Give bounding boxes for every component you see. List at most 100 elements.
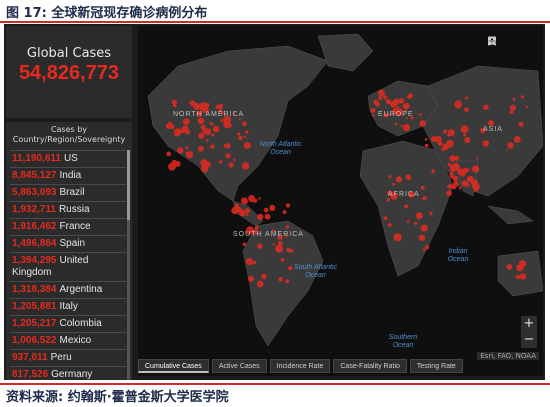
case-bubble[interactable] bbox=[237, 132, 241, 136]
case-bubble[interactable] bbox=[419, 113, 422, 116]
case-bubble[interactable] bbox=[174, 160, 181, 167]
case-bubble[interactable] bbox=[257, 243, 263, 249]
case-bubble[interactable] bbox=[177, 147, 184, 154]
case-bubble[interactable] bbox=[215, 104, 221, 110]
case-bubble[interactable] bbox=[202, 130, 206, 134]
country-row[interactable]: 1,496,864 Spain bbox=[10, 235, 126, 252]
case-bubble[interactable] bbox=[186, 151, 194, 159]
case-bubble[interactable] bbox=[406, 220, 410, 224]
case-bubble[interactable] bbox=[383, 216, 388, 221]
country-row[interactable]: 1,916,462 France bbox=[10, 218, 126, 235]
case-bubble[interactable] bbox=[189, 100, 196, 106]
case-bubble[interactable] bbox=[242, 121, 247, 126]
case-bubble[interactable] bbox=[393, 233, 402, 242]
case-bubble[interactable] bbox=[466, 182, 469, 185]
tab-case-fatality-ratio[interactable]: Case-Fatality Ratio bbox=[333, 359, 407, 373]
tab-testing-rate[interactable]: Testing Rate bbox=[409, 359, 463, 373]
world-map[interactable]: NORTH AMERICA SOUTH AMERICA EUROPE AFRIC… bbox=[138, 26, 543, 376]
case-bubble[interactable] bbox=[414, 221, 418, 225]
scrollbar-thumb[interactable] bbox=[127, 150, 130, 220]
country-list-scrollbar[interactable] bbox=[127, 150, 130, 380]
case-bubble[interactable] bbox=[460, 125, 469, 134]
case-bubble[interactable] bbox=[510, 104, 516, 111]
case-bubble[interactable] bbox=[404, 204, 409, 209]
case-bubble[interactable] bbox=[454, 100, 463, 109]
case-bubble[interactable] bbox=[234, 203, 239, 208]
case-bubble[interactable] bbox=[395, 176, 403, 183]
case-bubble[interactable] bbox=[506, 148, 509, 151]
case-bubble[interactable] bbox=[201, 165, 209, 173]
case-bubble[interactable] bbox=[200, 159, 207, 166]
case-bubble[interactable] bbox=[475, 157, 479, 160]
case-bubble[interactable] bbox=[405, 174, 409, 178]
case-bubble[interactable] bbox=[251, 199, 254, 203]
case-bubble[interactable] bbox=[515, 274, 521, 280]
case-bubble[interactable] bbox=[418, 234, 426, 241]
case-bubble[interactable] bbox=[458, 187, 462, 190]
case-bubble[interactable] bbox=[388, 175, 392, 179]
case-bubble[interactable] bbox=[220, 119, 224, 123]
country-row[interactable]: 1,318,384 Argentina bbox=[10, 281, 126, 298]
case-bubble[interactable] bbox=[370, 108, 376, 113]
case-bubble[interactable] bbox=[518, 121, 524, 127]
case-bubble[interactable] bbox=[174, 132, 179, 137]
case-bubble[interactable] bbox=[408, 93, 414, 98]
case-bubble[interactable] bbox=[245, 145, 249, 149]
case-bubble[interactable] bbox=[512, 97, 516, 101]
case-bubble[interactable] bbox=[232, 209, 235, 212]
case-bubble[interactable] bbox=[520, 95, 524, 99]
case-bubble[interactable] bbox=[424, 143, 429, 148]
case-bubble[interactable] bbox=[462, 167, 469, 174]
case-bubble[interactable] bbox=[285, 203, 291, 208]
case-bubble[interactable] bbox=[446, 190, 452, 197]
case-bubble[interactable] bbox=[483, 104, 489, 111]
country-row[interactable]: 8,845,127 India bbox=[10, 167, 126, 184]
case-bubble[interactable] bbox=[166, 151, 172, 157]
case-bubble[interactable] bbox=[398, 98, 405, 104]
case-bubble[interactable] bbox=[169, 124, 175, 130]
case-bubble[interactable] bbox=[244, 208, 250, 214]
case-bubble[interactable] bbox=[417, 217, 420, 220]
case-bubble[interactable] bbox=[452, 181, 459, 187]
case-bubble[interactable] bbox=[466, 175, 474, 183]
case-bubble[interactable] bbox=[211, 133, 215, 137]
case-bubble[interactable] bbox=[245, 213, 249, 217]
case-bubble[interactable] bbox=[392, 98, 400, 106]
case-bubble[interactable] bbox=[241, 162, 250, 170]
case-bubble[interactable] bbox=[387, 223, 392, 227]
case-bubble[interactable] bbox=[277, 240, 283, 247]
case-bubble[interactable] bbox=[392, 182, 395, 186]
case-bubble[interactable] bbox=[509, 110, 514, 114]
case-bubble[interactable] bbox=[519, 260, 527, 268]
tab-active-cases[interactable]: Active Cases bbox=[211, 359, 267, 373]
case-bubble[interactable] bbox=[197, 117, 205, 125]
tab-cumulative-cases[interactable]: Cumulative Cases bbox=[138, 359, 209, 373]
case-bubble[interactable] bbox=[257, 213, 264, 221]
case-bubble[interactable] bbox=[182, 125, 189, 132]
case-bubble[interactable] bbox=[506, 264, 513, 270]
case-bubble[interactable] bbox=[212, 125, 220, 133]
case-bubble[interactable] bbox=[396, 106, 400, 110]
case-bubble[interactable] bbox=[450, 174, 453, 177]
case-bubble[interactable] bbox=[386, 198, 391, 202]
case-bubble[interactable] bbox=[400, 124, 403, 127]
case-bubble[interactable] bbox=[403, 102, 410, 110]
case-bubble[interactable] bbox=[420, 224, 428, 232]
case-bubble[interactable] bbox=[263, 207, 269, 213]
country-row[interactable]: 1,394,295 United Kingdom bbox=[10, 252, 126, 281]
list-icon[interactable] bbox=[488, 36, 515, 46]
case-bubble[interactable] bbox=[467, 184, 470, 187]
case-bubble[interactable] bbox=[513, 136, 521, 143]
case-bubble[interactable] bbox=[465, 96, 469, 100]
zoom-in-button[interactable]: + bbox=[521, 316, 537, 332]
case-bubble[interactable] bbox=[243, 199, 248, 205]
case-bubble[interactable] bbox=[402, 124, 411, 132]
case-bubble[interactable] bbox=[424, 138, 428, 141]
case-bubble[interactable] bbox=[285, 225, 290, 229]
case-bubble[interactable] bbox=[507, 142, 514, 149]
case-bubble[interactable] bbox=[447, 184, 452, 189]
case-bubble[interactable] bbox=[223, 120, 231, 129]
case-bubble[interactable] bbox=[394, 122, 398, 126]
case-bubble[interactable] bbox=[258, 197, 261, 200]
case-bubble[interactable] bbox=[519, 273, 527, 280]
